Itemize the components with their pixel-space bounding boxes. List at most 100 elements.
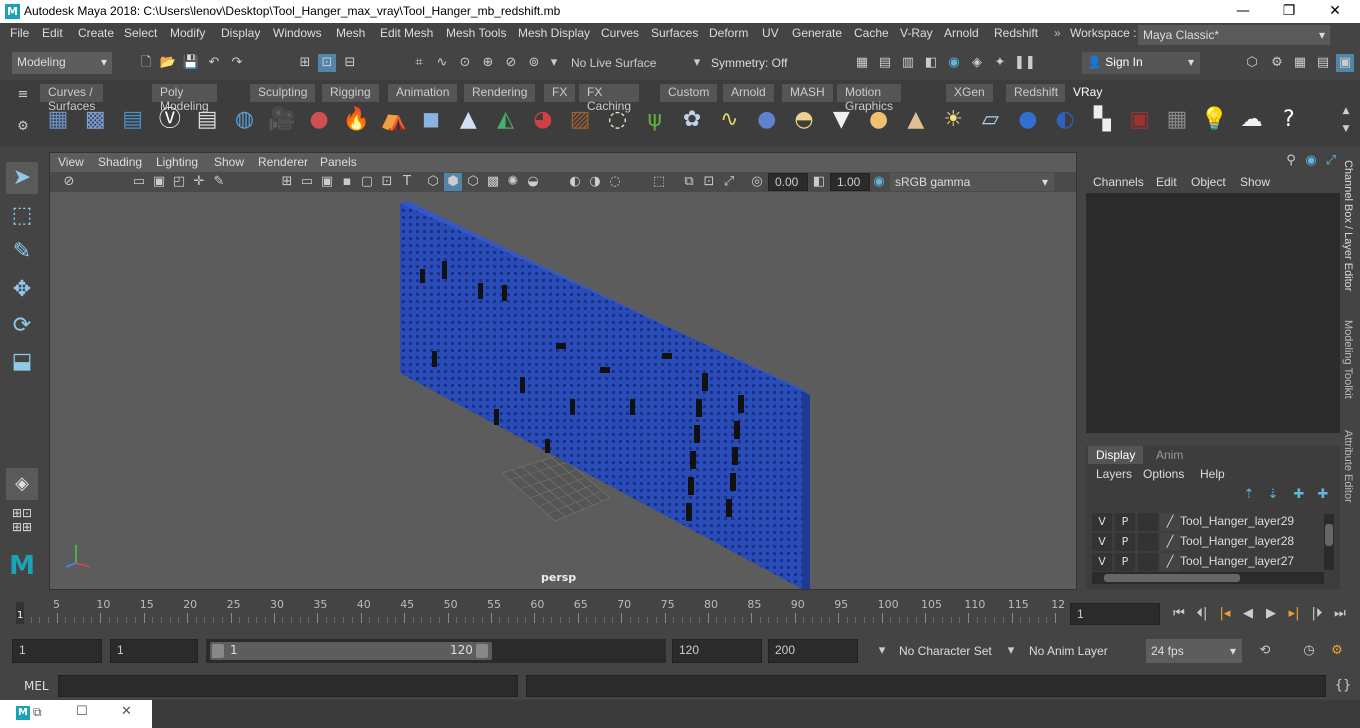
film-gate-icon[interactable]: ▭ xyxy=(298,173,316,191)
layer-color-icon[interactable]: ╱ xyxy=(1160,553,1180,571)
channel-toolbar-icon[interactable]: ⚲ xyxy=(1282,152,1300,170)
wireframe-on-shaded-icon[interactable]: ⬡ xyxy=(464,173,482,191)
vray-ipr-icon[interactable]: ✦ xyxy=(991,54,1009,72)
menu-select[interactable]: Select xyxy=(124,26,157,40)
isolate-select-icon[interactable]: ⬚ xyxy=(650,173,668,191)
close-icon[interactable]: ✕ xyxy=(1312,0,1358,23)
lasso-tool-icon[interactable]: ⬚ xyxy=(6,200,38,232)
range-slider[interactable]: 1 120 xyxy=(206,639,666,663)
snap-live-icon[interactable]: ⊚ xyxy=(525,54,543,72)
current-frame-field[interactable]: 1 xyxy=(1070,603,1160,625)
camera-select-icon[interactable]: ⊘ xyxy=(60,173,78,191)
layer-menu-help[interactable]: Help xyxy=(1200,467,1225,481)
maximize-icon[interactable]: ☐ xyxy=(76,704,88,719)
layer-visibility-toggle[interactable]: V xyxy=(1092,553,1112,571)
vp-menu-renderer[interactable]: Renderer xyxy=(258,155,308,169)
camera-attr-icon[interactable]: ▭ xyxy=(130,173,148,191)
layer-color-icon[interactable]: ╱ xyxy=(1160,513,1180,531)
snap-point-icon[interactable]: ⊙ xyxy=(456,54,474,72)
snap-curve-icon[interactable]: ∿ xyxy=(433,54,451,72)
lights-icon[interactable]: ✺ xyxy=(504,173,522,191)
shelf-scroll-icon[interactable]: ▲ ▼ xyxy=(1337,102,1355,134)
render-sphere-icon[interactable]: ◉ xyxy=(945,54,963,72)
frame-selected-icon[interactable]: ⤢ xyxy=(720,173,738,191)
plane-icon[interactable]: ▱ xyxy=(975,104,1007,136)
go-to-end-icon[interactable]: ⏭ xyxy=(1331,605,1349,623)
quilt-icon[interactable]: ▩ xyxy=(79,104,111,136)
open-scene-icon[interactable]: 📂 xyxy=(159,54,177,72)
tab-rendering[interactable]: Rendering xyxy=(464,84,536,102)
bookmark-icon[interactable]: ▣ xyxy=(150,173,168,191)
tab-fx-caching[interactable]: FX Caching xyxy=(579,84,640,113)
smooth-shade-icon[interactable]: ⬢ xyxy=(444,173,462,191)
layer-color-icon[interactable]: ╱ xyxy=(1160,533,1180,551)
xray-icon[interactable]: ◐ xyxy=(566,173,584,191)
layer-visibility-toggle[interactable]: V xyxy=(1092,513,1112,531)
image-plane-icon[interactable]: ◰ xyxy=(170,173,188,191)
vp-menu-view[interactable]: View xyxy=(58,155,84,169)
side-tab-modeling-toolkit[interactable]: Modeling Toolkit xyxy=(1342,320,1354,399)
2d-pan-icon[interactable]: ✛ xyxy=(190,173,208,191)
chevron-down-icon[interactable]: ▾ xyxy=(545,54,563,72)
menu-deform[interactable]: Deform xyxy=(709,26,748,40)
cmd-language-label[interactable]: MEL xyxy=(24,679,49,693)
tab-arnold[interactable]: Arnold xyxy=(723,84,774,102)
layer-playback-toggle[interactable]: P xyxy=(1115,513,1135,531)
menu-redshift[interactable]: Redshift xyxy=(994,26,1038,40)
menu-cache[interactable]: Cache xyxy=(854,26,889,40)
layer-display-type[interactable] xyxy=(1138,533,1158,551)
grid-icon[interactable]: ▦ xyxy=(42,104,74,136)
snap-surface-icon[interactable]: ⊘ xyxy=(502,54,520,72)
document-icon[interactable]: ▤ xyxy=(191,104,223,136)
vray-logo-icon[interactable]: Ⓥ xyxy=(154,104,186,136)
menu-vray[interactable]: V-Ray xyxy=(900,26,933,40)
layout-icon[interactable]: ⊞⊡ ⊞⊞ xyxy=(6,506,38,538)
animation-end-field[interactable]: 200 xyxy=(768,639,858,663)
chevron-down-icon[interactable]: ▾ xyxy=(873,642,891,660)
cone-icon[interactable]: ▲ xyxy=(452,104,484,136)
sphere-blue-icon[interactable]: ● xyxy=(751,104,783,136)
fur-ball-icon[interactable]: ✿ xyxy=(676,104,708,136)
menu-mesh[interactable]: Mesh xyxy=(336,26,365,40)
new-scene-icon[interactable]: 🗋 xyxy=(137,54,155,72)
tab-curves-surfaces[interactable]: Curves / Surfaces xyxy=(40,84,104,113)
tool-settings-icon[interactable]: ▦ xyxy=(1291,54,1309,72)
camera-icon[interactable]: 🎥 xyxy=(266,104,298,136)
menu-edit[interactable]: Edit xyxy=(42,26,63,40)
resolution-gate-icon[interactable]: ▣ xyxy=(318,173,336,191)
render-frame-icon[interactable]: ▦ xyxy=(853,54,871,72)
scale-tool-icon[interactable]: ⬓ xyxy=(6,346,38,378)
sign-in-button[interactable]: 👤 Sign In ▾ xyxy=(1082,52,1200,74)
layer-menu-options[interactable]: Options xyxy=(1143,467,1184,481)
hypershade-icon[interactable]: ◧ xyxy=(922,54,940,72)
undo-icon[interactable]: ↶ xyxy=(205,54,223,72)
range-start-grip[interactable] xyxy=(212,644,224,658)
layer-row[interactable]: V P ╱ Tool_Hanger_layer28 xyxy=(1092,532,1324,552)
menu-uv[interactable]: UV xyxy=(762,26,779,40)
tab-vray[interactable]: VRay xyxy=(1065,84,1111,102)
save-scene-icon[interactable]: 💾 xyxy=(182,54,200,72)
restore-icon[interactable]: ⧉ xyxy=(33,705,42,720)
play-forwards-icon[interactable]: ▶ xyxy=(1262,605,1280,623)
menu-modify[interactable]: Modify xyxy=(170,26,205,40)
layer-display-type[interactable] xyxy=(1138,513,1158,531)
side-tab-channel-box[interactable]: Channel Box / Layer Editor xyxy=(1342,160,1354,291)
minimize-icon[interactable]: — xyxy=(1220,0,1266,23)
gamma-field[interactable]: 1.00 xyxy=(830,173,870,191)
tab-rigging[interactable]: Rigging xyxy=(322,84,379,102)
spheres-icon[interactable]: ● xyxy=(303,104,335,136)
cloud-icon[interactable]: ☁ xyxy=(1236,104,1268,136)
vp-menu-shading[interactable]: Shading xyxy=(98,155,142,169)
select-object-icon[interactable]: ⊡ xyxy=(318,54,336,72)
lathe-icon[interactable]: ◕ xyxy=(527,104,559,136)
menu-file[interactable]: File xyxy=(10,26,29,40)
snap-grid-icon[interactable]: ⌗ xyxy=(410,54,428,72)
menu-edit-mesh[interactable]: Edit Mesh xyxy=(380,26,433,40)
stack-icon[interactable]: ▤ xyxy=(117,104,149,136)
sun-glow-icon[interactable]: ● xyxy=(863,104,895,136)
move-tool-icon[interactable]: ✥ xyxy=(6,274,38,306)
checker-icon[interactable]: ▚ xyxy=(1086,104,1118,136)
cb-menu-show[interactable]: Show xyxy=(1240,175,1270,189)
menu-mesh-display[interactable]: Mesh Display xyxy=(518,26,590,40)
chevron-down-icon[interactable]: ▾ xyxy=(1002,642,1020,660)
